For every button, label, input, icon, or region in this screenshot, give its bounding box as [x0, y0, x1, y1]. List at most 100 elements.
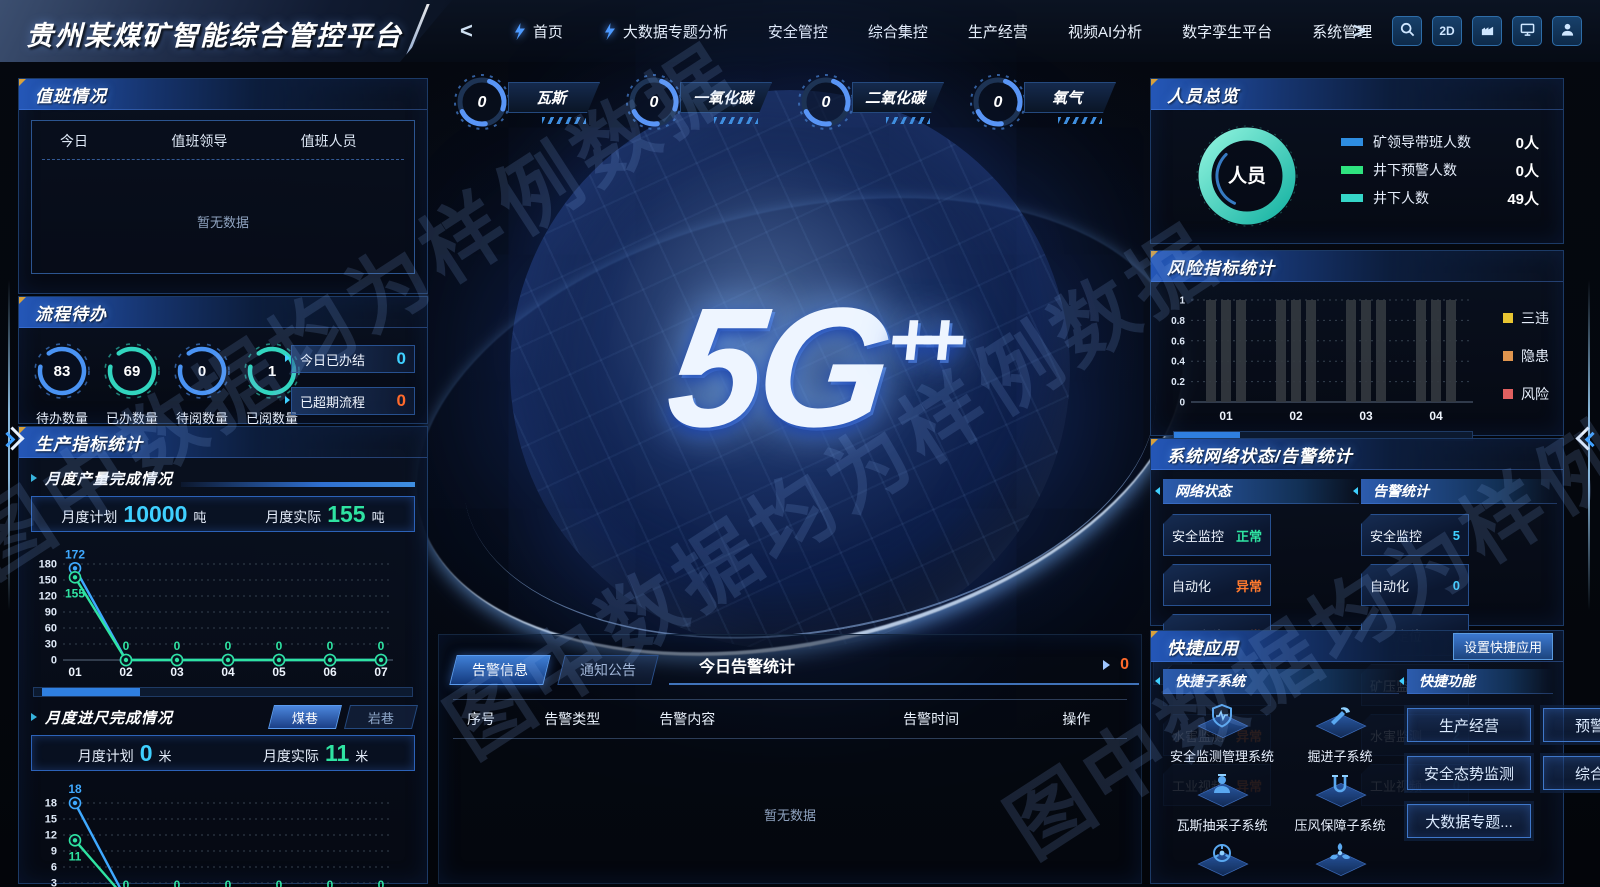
quick-function-综合集控[interactable]: 综合集控: [1543, 756, 1600, 790]
monitor-icon: [1520, 22, 1535, 40]
risk-panel-title: 风险指标统计: [1167, 254, 1275, 279]
gas-extraction-icon: [1163, 771, 1281, 815]
quick-systems-title: 快捷子系统: [1175, 671, 1245, 691]
output-chart-scrollbar[interactable]: [33, 687, 413, 697]
nav-item-7[interactable]: 数字孪生平台: [1182, 21, 1272, 42]
quick-function-大数据专题...[interactable]: 大数据专题...: [1407, 804, 1531, 838]
svg-text:02: 02: [1289, 409, 1303, 423]
footage-tabs: 煤巷岩巷: [271, 705, 415, 729]
gauge-label: 瓦斯: [508, 82, 600, 113]
quick-system-安全监测管理系统[interactable]: 安全监测管理系统: [1163, 702, 1281, 765]
svg-text:0: 0: [174, 639, 181, 653]
svg-text:0.6: 0.6: [1171, 336, 1185, 347]
2d-icon: 2D: [1439, 24, 1454, 38]
quick-function-预警管理[interactable]: 预警管理: [1543, 708, 1600, 742]
footage-actual-unit: 米: [355, 746, 368, 765]
footage-actual-label: 月度实际: [263, 746, 319, 766]
quick-functions-subheader: 快捷功能: [1407, 669, 1553, 694]
output-actual-unit: 吨: [372, 507, 385, 526]
alarm-tab-告警信息[interactable]: 告警信息: [449, 655, 550, 685]
quick-functions-title: 快捷功能: [1419, 671, 1475, 691]
footage-actual-value: 11: [325, 740, 349, 767]
alarm-column-header: 告警内容: [645, 709, 836, 729]
todo-ring-value: 83: [54, 363, 71, 380]
today-alarm-value: 0: [1120, 656, 1129, 674]
quick-function-安全态势监测[interactable]: 安全态势监测: [1407, 756, 1531, 790]
quick-system-通风子系统[interactable]: 通风子系统: [1281, 840, 1399, 887]
svg-text:0: 0: [225, 878, 232, 887]
legend-chip: [1503, 351, 1513, 361]
quick-function-生产经营[interactable]: 生产经营: [1407, 708, 1531, 742]
footage-tab-煤巷[interactable]: 煤巷: [268, 705, 342, 729]
monitor-button[interactable]: [1512, 16, 1542, 46]
mine-building-button[interactable]: [1472, 16, 1502, 46]
duty-empty-state: 暂无数据: [32, 212, 414, 231]
duty-table-header: 今日值班领导值班人员: [32, 121, 414, 159]
scroll-thumb[interactable]: [42, 688, 140, 696]
nav-item-3[interactable]: 安全管控: [768, 21, 828, 42]
gauge-ring: 0: [452, 72, 512, 132]
footage-plan-label: 月度计划: [78, 746, 134, 766]
set-quick-apps-button[interactable]: 设置快捷应用: [1453, 633, 1553, 660]
nav-item-2[interactable]: 大数据专题分析: [603, 21, 728, 42]
legend-chip: [1503, 389, 1513, 399]
nav-item-5[interactable]: 生产经营: [968, 21, 1028, 42]
svg-text:0: 0: [378, 878, 385, 887]
network-status-title: 网络状态: [1175, 481, 1231, 501]
output-stats: 月度计划10000吨 月度实际155吨: [31, 496, 415, 532]
svg-text:172: 172: [65, 547, 85, 561]
play-triangle-icon: [1103, 660, 1110, 670]
quick-system-瓦斯抽采子系统[interactable]: 瓦斯抽采子系统: [1163, 771, 1281, 834]
system-state: 正常: [1236, 526, 1262, 545]
footage-tab-岩巷[interactable]: 岩巷: [344, 705, 418, 729]
nav-back-caret[interactable]: <: [460, 18, 473, 44]
nav-forward-caret[interactable]: >: [1353, 18, 1366, 44]
nav-item-1[interactable]: 首页: [513, 21, 563, 42]
right-collapse-handle[interactable]: [1572, 420, 1598, 460]
coal-mining-icon: [1163, 840, 1281, 884]
system-name: 自动化: [1172, 576, 1211, 595]
risk-panel: 风险指标统计 00.20.40.60.8101020304 三违隐患风险: [1150, 250, 1564, 436]
svg-text:0.8: 0.8: [1171, 316, 1185, 327]
orbit-swoosh-2: [432, 192, 1188, 690]
bolt-icon: [603, 23, 615, 40]
alarm-empty-state: 暂无数据: [439, 805, 1141, 824]
personnel-donut-chart: 人员: [1187, 118, 1307, 243]
subheader-arrow-icon: [31, 713, 37, 721]
2d-button[interactable]: 2D: [1432, 16, 1462, 46]
todo-ring-已办数量: 69已办数量: [99, 341, 165, 427]
quick-system-压风保障子系统[interactable]: 压风保障子系统: [1281, 771, 1399, 834]
svg-text:03: 03: [170, 665, 184, 679]
duty-column-header: 今日: [46, 131, 142, 151]
output-plan-value: 10000: [123, 501, 187, 528]
nav-item-6[interactable]: 视频AI分析: [1068, 21, 1142, 42]
duty-panel-header: 值班情况: [19, 79, 427, 110]
legend-label: 三违: [1521, 308, 1549, 328]
system-name: 自动化: [1370, 576, 1409, 595]
gauge-ring: 0: [796, 72, 856, 132]
svg-text:0: 0: [327, 639, 334, 653]
gauge-ticks-decoration: [714, 117, 758, 124]
todo-rings: 83待办数量69已办数量0待阅数量1已阅数量: [29, 341, 305, 427]
gauge-label: 氧气: [1024, 82, 1116, 113]
line-chart-svg: 0369121518010203040506071811000000: [27, 777, 407, 887]
svg-text:6: 6: [51, 862, 57, 874]
svg-text:120: 120: [39, 591, 57, 603]
todo-ring-label: 待阅数量: [169, 408, 235, 427]
svg-text:0: 0: [174, 878, 181, 887]
legend-label: 井下预警人数: [1373, 160, 1457, 180]
quick-system-采煤子系统[interactable]: 采煤子系统: [1163, 840, 1281, 887]
gauge-value: 0: [650, 94, 659, 111]
nav-item-4[interactable]: 综合集控: [868, 21, 928, 42]
risk-bar-chart: 00.20.40.60.8101020304: [1161, 286, 1483, 431]
line-chart-svg: 0306090120150180010203040506071721550000…: [27, 538, 407, 680]
user-button[interactable]: [1552, 16, 1582, 46]
search-button[interactable]: [1392, 16, 1422, 46]
nav-item-label: 视频AI分析: [1068, 21, 1142, 42]
output-actual-label: 月度实际: [265, 507, 321, 527]
alarm-count-value: 0: [1453, 578, 1460, 593]
alarm-tab-通知公告[interactable]: 通知公告: [557, 655, 658, 685]
excavation-icon: [1281, 702, 1399, 746]
quick-system-掘进子系统[interactable]: 掘进子系统: [1281, 702, 1399, 765]
left-collapse-handle[interactable]: [2, 420, 28, 460]
